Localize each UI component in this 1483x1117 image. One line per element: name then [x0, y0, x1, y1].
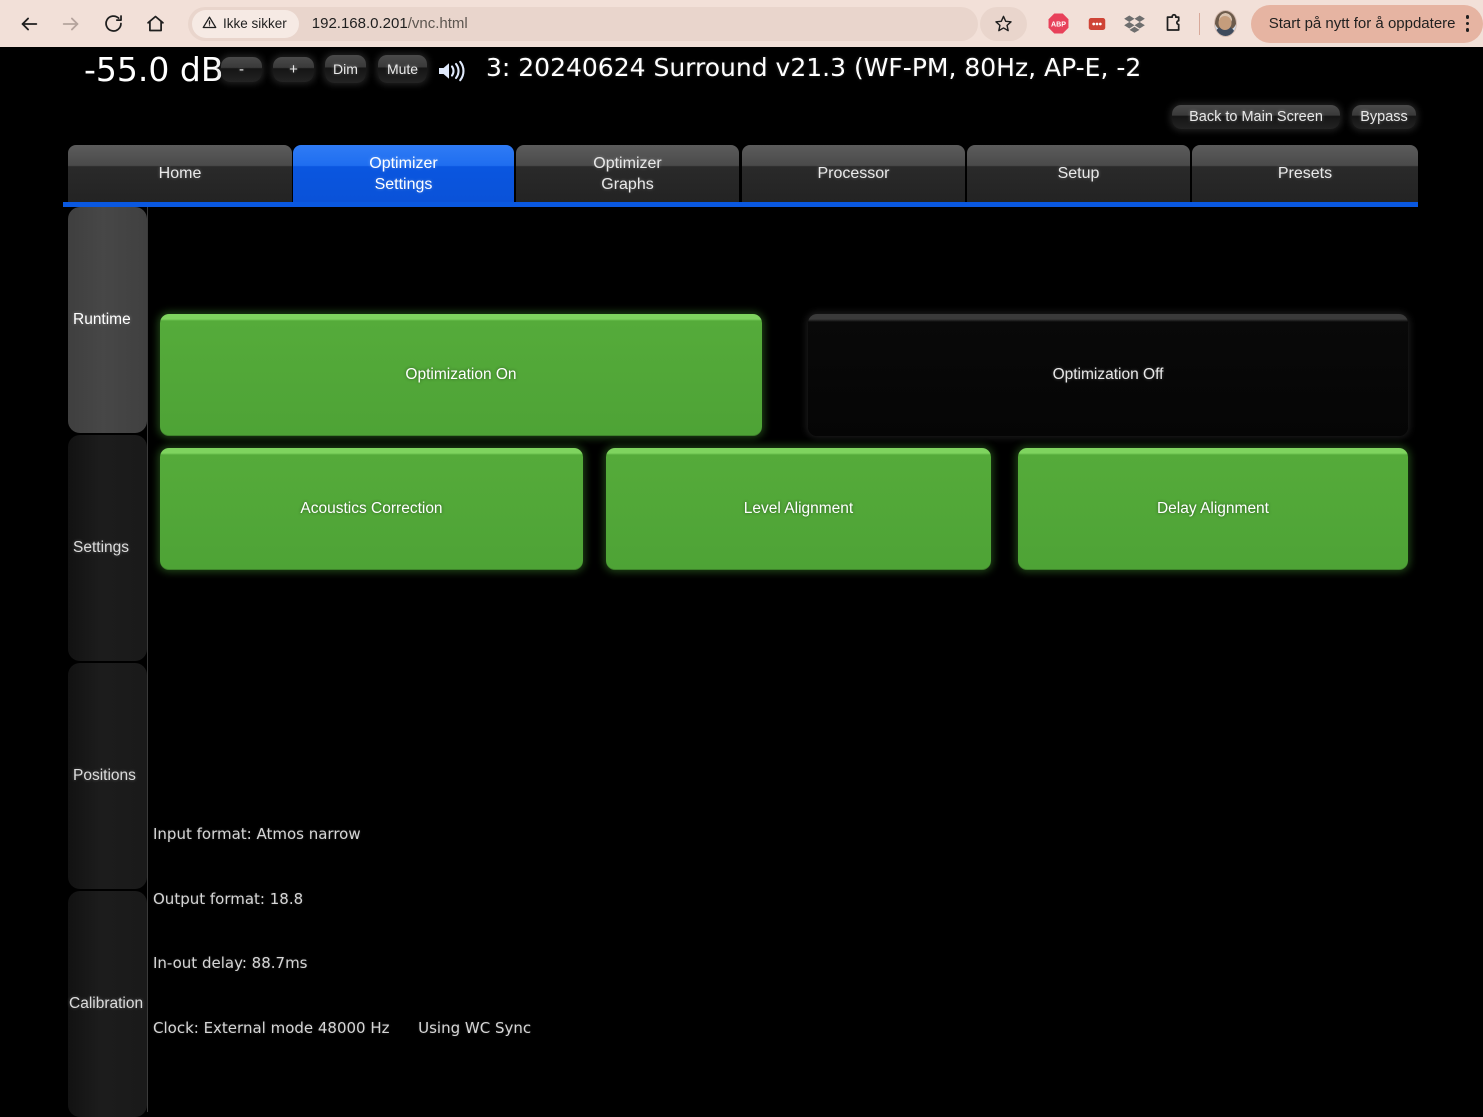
tab-home[interactable]: Home: [68, 145, 292, 202]
tab-processor-line1: Processor: [817, 165, 890, 182]
tab-setup-line1: Setup: [1057, 165, 1100, 182]
security-status-chip[interactable]: Ikke sikker: [192, 9, 299, 38]
toolbar-divider: [1198, 12, 1200, 35]
home-icon[interactable]: [136, 5, 174, 43]
url-text[interactable]: 192.168.0.201/vnc.html: [312, 15, 468, 32]
reload-icon[interactable]: [94, 5, 132, 43]
warning-triangle-icon: [202, 15, 217, 33]
sidebar: Runtime Settings Positions Calibration: [0, 207, 148, 1117]
status-input-format: Input format: Atmos narrow: [153, 825, 361, 843]
browser-toolbar: Ikke sikker 192.168.0.201/vnc.html ABP S…: [0, 0, 1483, 47]
sidebar-item-positions-label: Positions: [73, 767, 136, 784]
tab-home-line1: Home: [158, 165, 202, 182]
tab-presets-line1: Presets: [1277, 165, 1333, 182]
tab-optimizer-settings-line2: Settings: [374, 175, 433, 193]
url-path: /vnc.html: [407, 15, 468, 32]
restart-to-update-label: Start på nytt for å oppdatere: [1268, 15, 1456, 32]
tab-optimizer-graphs[interactable]: Optimizer Graphs: [516, 145, 739, 202]
security-status-label: Ikke sikker: [223, 16, 287, 31]
status-output-format: Output format: 18.8: [153, 889, 304, 908]
sidebar-item-calibration-label: Calibration: [69, 995, 144, 1012]
adblock-plus-icon[interactable]: ABP: [1047, 12, 1071, 36]
sidebar-item-settings-label: Settings: [73, 539, 130, 556]
optimization-off-button[interactable]: Optimization Off: [808, 314, 1408, 436]
tab-processor[interactable]: Processor: [742, 145, 965, 202]
preset-title: 3: 20240624 Surround v21.3 (WF-PM, 80Hz,…: [486, 53, 1142, 82]
app-topbar: -55.0 dB - + Dim Mute 3: 20240624 Surrou…: [0, 47, 1483, 129]
tab-optimizer-graphs-line1: Optimizer: [593, 154, 662, 172]
volume-readout: -55.0 dB: [84, 50, 224, 89]
extensions-row: ABP: [1047, 12, 1185, 36]
navigation-buttons: [0, 5, 174, 43]
tab-setup[interactable]: Setup: [967, 145, 1190, 202]
sidebar-item-runtime[interactable]: Runtime: [68, 207, 147, 433]
speaker-volume-icon[interactable]: [436, 59, 471, 83]
dropbox-icon[interactable]: [1123, 12, 1147, 36]
sidebar-item-calibration[interactable]: Calibration: [68, 891, 147, 1117]
tab-optimizer-settings[interactable]: Optimizer Settings: [293, 145, 514, 202]
back-icon[interactable]: [10, 5, 48, 43]
kebab-menu-icon[interactable]: [1462, 15, 1474, 32]
profile-avatar[interactable]: [1213, 10, 1237, 37]
tab-optimizer-settings-line1: Optimizer: [369, 154, 438, 172]
optimization-on-button[interactable]: Optimization On: [160, 314, 762, 436]
volume-down-button[interactable]: -: [221, 57, 262, 82]
dim-button[interactable]: Dim: [325, 55, 366, 83]
url-host: 192.168.0.201: [311, 15, 408, 32]
extensions-puzzle-icon[interactable]: [1161, 12, 1185, 36]
delay-alignment-button[interactable]: Delay Alignment: [1018, 448, 1408, 570]
tab-presets[interactable]: Presets: [1192, 145, 1418, 202]
pocket-icon[interactable]: [1085, 12, 1109, 36]
bookmark-star-icon[interactable]: [980, 6, 1027, 41]
level-alignment-button[interactable]: Level Alignment: [606, 448, 991, 570]
address-bar[interactable]: Ikke sikker 192.168.0.201/vnc.html: [188, 6, 978, 41]
tab-optimizer-graphs-line2: Graphs: [601, 175, 654, 193]
status-readout: Input format: Atmos narrow Output format…: [153, 781, 531, 1082]
main-content: Optimization On Optimization Off Acousti…: [148, 207, 1483, 1080]
svg-text:ABP: ABP: [1051, 21, 1066, 29]
forward-icon[interactable]: [52, 5, 90, 43]
status-clock: Clock: External mode 48000 Hz Using WC S…: [153, 1018, 532, 1037]
vnc-canvas[interactable]: -55.0 dB - + Dim Mute 3: 20240624 Surrou…: [0, 47, 1483, 1117]
mute-button[interactable]: Mute: [378, 55, 427, 83]
restart-to-update-button[interactable]: Start på nytt for å oppdatere: [1250, 4, 1483, 43]
sidebar-item-runtime-label: Runtime: [73, 311, 131, 328]
acoustics-correction-button[interactable]: Acoustics Correction: [160, 448, 583, 570]
volume-up-button[interactable]: +: [273, 57, 314, 82]
status-in-out-delay: In-out delay: 88.7ms: [153, 954, 308, 972]
tab-bar: Home Optimizer Settings Optimizer Graphs…: [0, 95, 1483, 207]
sidebar-item-positions[interactable]: Positions: [68, 663, 147, 889]
sidebar-item-settings[interactable]: Settings: [68, 435, 147, 661]
